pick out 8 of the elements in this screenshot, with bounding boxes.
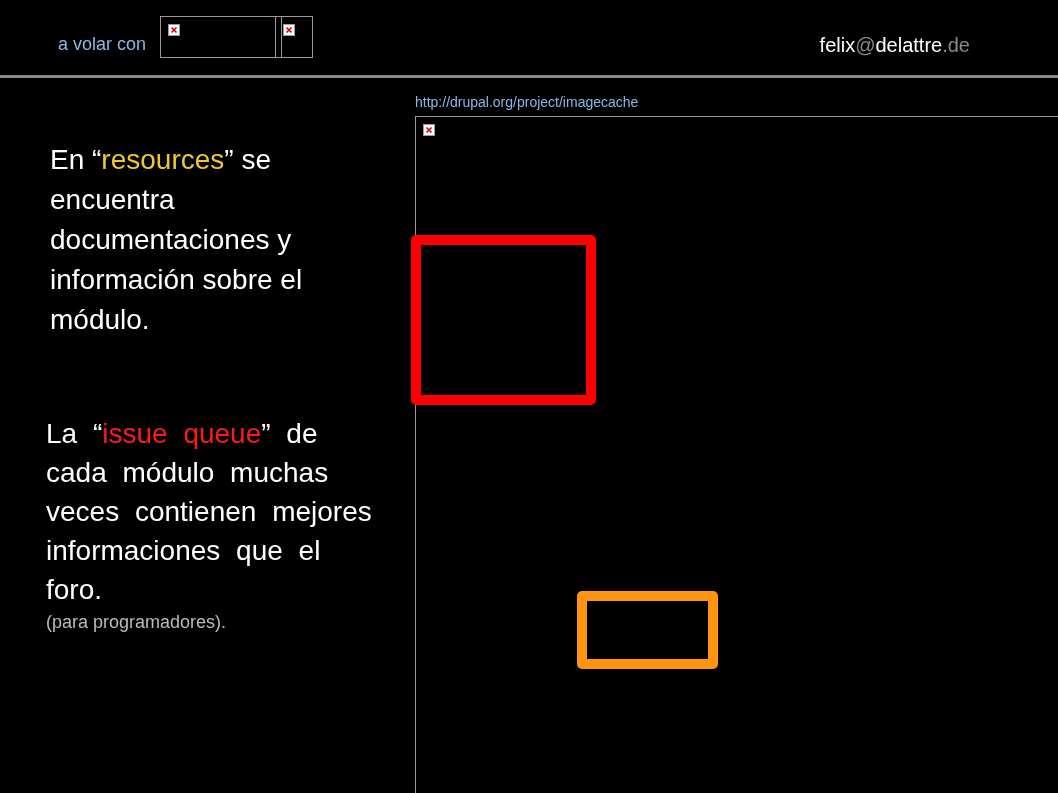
broken-image-icon — [423, 124, 435, 136]
tagline: a volar con — [58, 33, 147, 56]
url-link[interactable]: http://drupal.org/project/imagecache — [415, 92, 639, 113]
note-text: (para programadores). — [46, 611, 228, 634]
resources-paragraph: En “resources” se encuentra documentaciones y información sobre el módulo. — [50, 143, 304, 337]
email-address: felix@delattre.de — [819, 33, 970, 58]
issue-queue-paragraph: La “issue queue” de cada módulo muchas veces contienen mejores informaciones que el foro. — [46, 417, 373, 607]
broken-image-icon — [168, 24, 181, 36]
